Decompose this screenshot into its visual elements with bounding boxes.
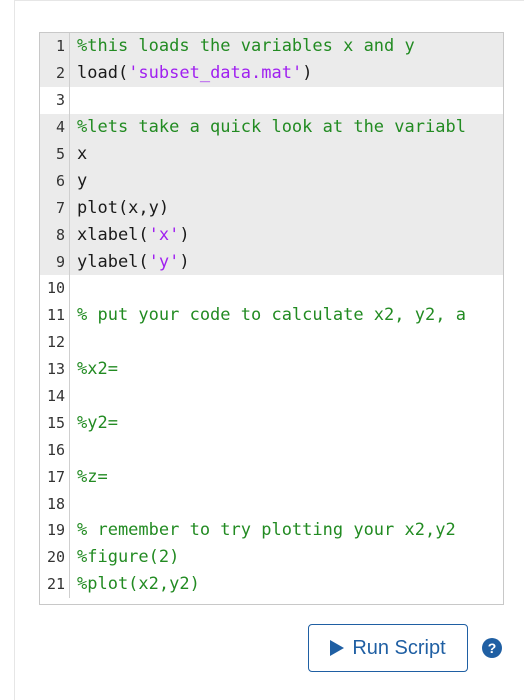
code-line[interactable]: 12 <box>40 328 503 356</box>
code-text: %z= <box>70 467 108 487</box>
code-text: % remember to try plotting your x2,y2 <box>70 520 456 540</box>
page-frame: 1 %this loads the variables x and y 2 load(… <box>0 0 524 700</box>
line-number: 4 <box>40 113 70 141</box>
code-text: y <box>70 171 87 191</box>
code-text: ylabel('y') <box>70 252 190 272</box>
frame-divider-left <box>14 0 15 700</box>
code-text: % put your code to calculate x2, y2, a <box>70 305 466 325</box>
code-text: plot(x,y) <box>70 198 169 218</box>
code-text: %lets take a quick look at the variabl <box>70 117 466 137</box>
code-token: y <box>77 170 88 191</box>
code-comment: %figure(2) <box>77 547 180 568</box>
run-script-label: Run Script <box>352 636 446 659</box>
line-number: 12 <box>40 328 70 356</box>
code-token: ) <box>302 63 313 84</box>
run-script-button[interactable]: Run Script <box>308 624 468 672</box>
code-line[interactable]: 13 %x2= <box>40 355 503 383</box>
code-text: %figure(2) <box>70 547 179 567</box>
code-comment: % remember to try plotting your x2,y2 <box>77 520 456 541</box>
code-text: %x2= <box>70 359 118 379</box>
code-token: ylabel( <box>77 251 149 272</box>
code-line[interactable]: 4 %lets take a quick look at the variabl <box>40 113 503 141</box>
line-number: 10 <box>40 275 70 302</box>
code-token: xlabel( <box>77 224 149 245</box>
line-number: 11 <box>40 301 70 329</box>
code-line[interactable]: 2 load('subset_data.mat') <box>40 59 503 87</box>
line-number: 7 <box>40 194 70 222</box>
code-text: %y2= <box>70 413 118 433</box>
line-number: 5 <box>40 140 70 168</box>
help-icon[interactable]: ? <box>482 638 502 658</box>
code-line[interactable]: 15 %y2= <box>40 409 503 437</box>
code-comment: % put your code to calculate x2, y2, a <box>77 305 466 326</box>
line-number: 2 <box>40 59 70 87</box>
line-number: 6 <box>40 167 70 195</box>
code-line[interactable]: 18 <box>40 490 503 518</box>
code-text: x <box>70 144 87 164</box>
help-glyph: ? <box>487 640 497 656</box>
code-line[interactable]: 19 % remember to try plotting your x2,y2 <box>40 517 503 544</box>
code-line[interactable]: 5x <box>40 140 503 168</box>
code-token: ) <box>179 224 190 245</box>
code-comment: %this loads the variables x and y <box>77 36 415 57</box>
code-text: %this loads the variables x and y <box>70 36 415 56</box>
play-icon <box>330 640 345 656</box>
frame-divider-top <box>14 0 524 1</box>
code-line[interactable]: 9 ylabel('y') <box>40 248 503 276</box>
code-line[interactable]: 17 %z= <box>40 463 503 491</box>
line-number: 19 <box>40 517 70 544</box>
line-number: 17 <box>40 463 70 491</box>
line-number: 20 <box>40 543 70 571</box>
code-line[interactable]: 7 plot(x,y) <box>40 194 503 222</box>
code-line[interactable]: 8 xlabel('x') <box>40 221 503 249</box>
code-line[interactable]: 20 %figure(2) <box>40 543 503 571</box>
code-editor[interactable]: 1 %this loads the variables x and y 2 load(… <box>39 32 504 605</box>
code-line[interactable]: 6y <box>40 167 503 195</box>
code-token: plot(x,y) <box>77 197 170 218</box>
code-line[interactable]: 16 <box>40 436 503 464</box>
code-line[interactable]: 11 % put your code to calculate x2, y2, a <box>40 301 503 329</box>
code-line[interactable]: 21 %plot(x2,y2) <box>40 570 503 598</box>
line-number: 1 <box>40 33 70 60</box>
line-number: 3 <box>40 86 70 114</box>
line-number: 15 <box>40 409 70 437</box>
line-number: 21 <box>40 570 70 598</box>
line-number: 14 <box>40 382 70 410</box>
code-line[interactable]: 3 <box>40 86 503 114</box>
line-number: 8 <box>40 221 70 249</box>
code-comment: %lets take a quick look at the variabl <box>77 117 466 138</box>
code-line[interactable]: 1 %this loads the variables x and y <box>40 33 503 60</box>
line-number: 16 <box>40 436 70 464</box>
code-comment: %x2= <box>77 359 118 380</box>
code-string: 'x' <box>148 224 180 245</box>
code-text: load('subset_data.mat') <box>70 63 312 83</box>
code-string: 'y' <box>148 251 180 272</box>
code-token: x <box>77 144 88 164</box>
code-comment: %z= <box>77 466 108 487</box>
line-number: 13 <box>40 355 70 383</box>
code-line[interactable]: 14 <box>40 382 503 410</box>
line-number: 18 <box>40 490 70 518</box>
code-text: xlabel('x') <box>70 225 190 245</box>
code-line[interactable]: 10 <box>40 275 503 302</box>
code-token: ) <box>179 251 190 272</box>
code-text: %plot(x2,y2) <box>70 574 200 594</box>
code-token: load( <box>77 63 129 84</box>
line-number: 9 <box>40 248 70 276</box>
code-string: 'subset_data.mat' <box>128 63 303 84</box>
code-comment: %y2= <box>77 412 118 433</box>
code-comment: %plot(x2,y2) <box>77 574 200 595</box>
